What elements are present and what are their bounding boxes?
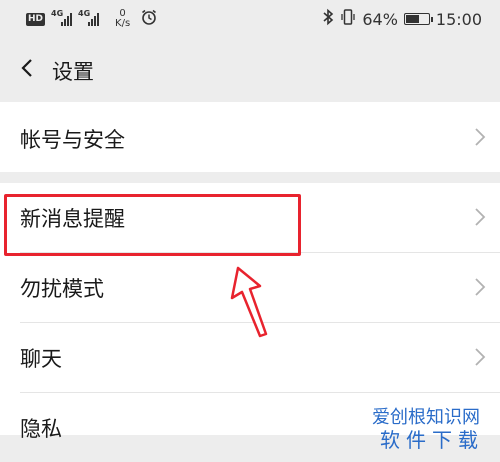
vibrate-icon: [340, 8, 356, 30]
battery-icon: [403, 13, 433, 25]
page-title: 设置: [52, 60, 94, 84]
signal-icon: 4G: [51, 9, 73, 26]
status-right: 64% 15:00: [322, 8, 482, 30]
chevron-right-icon: [475, 348, 486, 366]
chevron-right-icon: [475, 128, 486, 146]
alarm-icon: [140, 8, 158, 30]
settings-item-account-security[interactable]: 帐号与安全: [0, 102, 500, 172]
settings-item-do-not-disturb[interactable]: 勿扰模式: [0, 253, 500, 322]
status-left: HD 4G 4G 0 K/s: [26, 8, 158, 30]
settings-group: 新消息提醒 勿扰模式 聊天 隐私: [0, 183, 500, 441]
settings-item-new-message-notifications[interactable]: 新消息提醒: [0, 183, 500, 252]
bluetooth-icon: [322, 8, 334, 30]
settings-item-label: 勿扰模式: [20, 277, 104, 301]
settings-item-label: 新消息提醒: [20, 207, 125, 231]
watermark-subtext: 软件下载: [380, 428, 484, 452]
chevron-left-icon: [21, 59, 32, 77]
back-button[interactable]: [14, 54, 42, 82]
settings-item-label: 帐号与安全: [20, 128, 125, 152]
hd-badge: HD: [26, 12, 46, 26]
signal-icon: 4G: [78, 9, 100, 26]
status-bar: HD 4G 4G 0 K/s 64% 15:00: [0, 0, 500, 38]
chevron-right-icon: [475, 208, 486, 226]
chevron-right-icon: [475, 278, 486, 296]
nav-bar: 设置: [0, 38, 500, 102]
settings-item-label: 隐私: [20, 417, 62, 441]
battery-percent: 64%: [362, 9, 398, 29]
settings-item-label: 聊天: [20, 347, 62, 371]
settings-item-chat[interactable]: 聊天: [0, 323, 500, 392]
clock-time: 15:00: [435, 9, 482, 29]
network-speed: 0 K/s: [115, 8, 131, 29]
